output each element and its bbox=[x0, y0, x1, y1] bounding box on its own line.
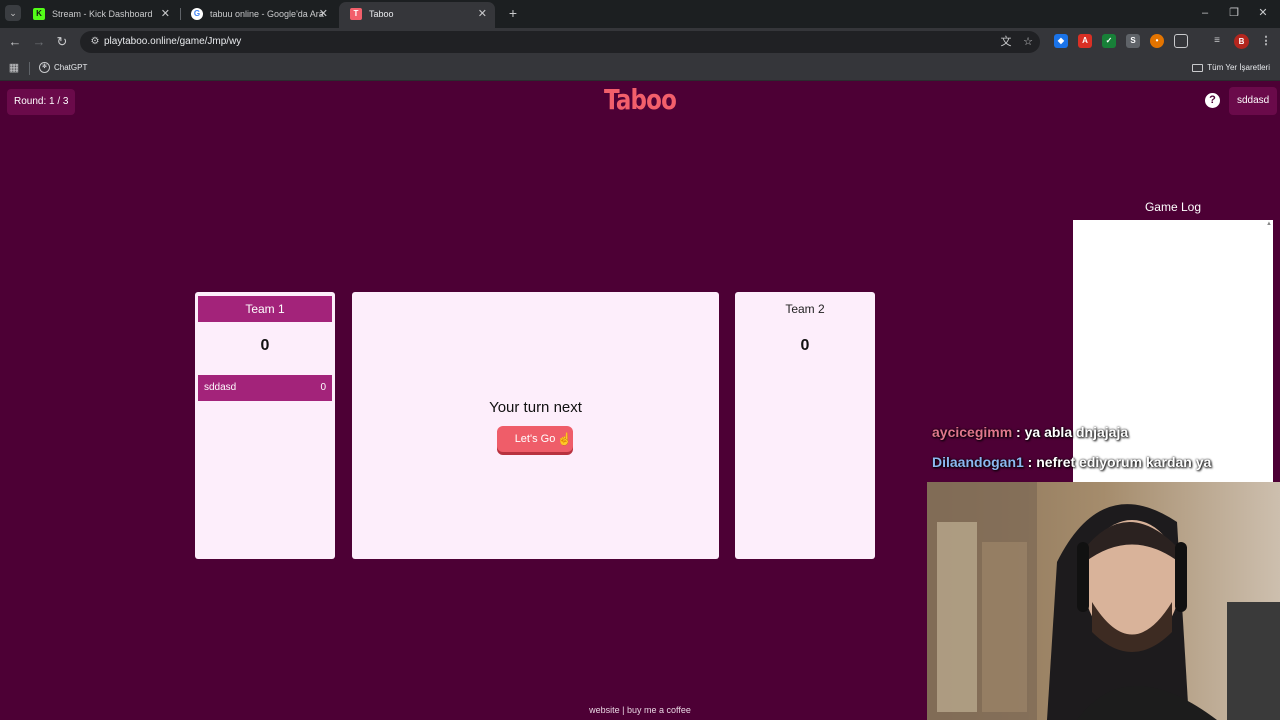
game-log-title: Game Log bbox=[1144, 200, 1202, 214]
google-favicon-icon: G bbox=[191, 8, 203, 20]
round-indicator: Round: 1 / 3 bbox=[7, 89, 76, 115]
extension-icon[interactable]: S bbox=[1126, 34, 1140, 48]
bookmarks-divider bbox=[29, 62, 30, 75]
chat-message-text: nefret ediyorum kardan ya bbox=[1036, 454, 1212, 470]
webcam-overlay bbox=[927, 482, 1280, 720]
translate-icon[interactable]: 文 bbox=[998, 34, 1014, 50]
scroll-up-icon[interactable]: ▲ bbox=[1266, 221, 1272, 227]
turn-message: Your turn next bbox=[489, 399, 582, 416]
website-link[interactable]: website bbox=[589, 705, 620, 715]
turn-panel: Your turn next Let's Go ☝ bbox=[352, 292, 719, 559]
extension-icon[interactable]: ◆ bbox=[1054, 34, 1068, 48]
team-1-header[interactable]: Team 1 bbox=[198, 296, 332, 322]
bookmark-label: ChatGPT bbox=[54, 63, 88, 72]
stream-chat-message: aycicegimm : ya abla dnjajaja bbox=[932, 424, 1128, 440]
game-log-panel[interactable]: ▲ bbox=[1073, 220, 1273, 482]
chat-message-text: ya abla dnjajaja bbox=[1024, 424, 1129, 440]
stream-chat-message: Dilaandogan1 : nefret ediyorum kardan ya bbox=[932, 454, 1211, 470]
tab-search-button[interactable]: ⌄ bbox=[5, 5, 21, 21]
profile-avatar[interactable]: B bbox=[1234, 34, 1249, 49]
chat-username: aycicegimm bbox=[932, 424, 1013, 440]
browser-toolbar: ← → ↻ ⚙ playtaboo.online/game/Jmp/wy 文 ☆… bbox=[0, 28, 1280, 56]
bookmarks-bar: ▦ ✻ ChatGPT Tüm Yer İşaretleri bbox=[0, 56, 1280, 81]
chat-username: Dilaandogan1 bbox=[932, 454, 1024, 470]
tab-title: Stream - Kick Dashboard bbox=[52, 9, 153, 19]
webcam-image bbox=[927, 482, 1280, 720]
new-tab-button[interactable]: + bbox=[505, 5, 521, 21]
close-tab-icon[interactable]: ✕ bbox=[319, 2, 328, 26]
address-bar[interactable]: ⚙ playtaboo.online/game/Jmp/wy 文 ☆ bbox=[80, 31, 1040, 53]
tab-kick-dashboard[interactable]: K Stream - Kick Dashboard ✕ bbox=[22, 2, 178, 28]
back-arrow-icon[interactable]: ← bbox=[6, 33, 24, 51]
chatgpt-icon: ✻ bbox=[39, 62, 50, 74]
all-bookmarks-folder[interactable]: Tüm Yer İşaretleri bbox=[1192, 56, 1270, 80]
extension-icon[interactable]: • bbox=[1150, 34, 1164, 48]
team-1-score: 0 bbox=[260, 337, 270, 354]
minimize-icon[interactable]: – bbox=[1195, 4, 1215, 22]
hand-cursor-icon: ☝ bbox=[557, 432, 572, 446]
tab-title: tabuu online - Google'da Ara bbox=[210, 9, 324, 19]
close-tab-icon[interactable]: ✕ bbox=[161, 2, 170, 26]
folder-label: Tüm Yer İşaretleri bbox=[1207, 63, 1270, 72]
taboo-favicon-icon: T bbox=[350, 8, 362, 20]
tab-strip: ⌄ K Stream - Kick Dashboard ✕ G tabuu on… bbox=[0, 0, 1280, 28]
team-2-score: 0 bbox=[800, 337, 810, 354]
apps-grid-icon[interactable]: ▦ bbox=[7, 61, 21, 75]
tab-title: Taboo bbox=[369, 9, 394, 19]
player-row: sddasd 0 bbox=[198, 375, 332, 401]
bookmark-star-icon[interactable]: ☆ bbox=[1020, 34, 1036, 50]
url-text: playtaboo.online/game/Jmp/wy bbox=[104, 36, 242, 47]
reload-icon[interactable]: ↻ bbox=[53, 33, 71, 51]
folder-icon bbox=[1192, 63, 1204, 72]
bookmark-chatgpt[interactable]: ✻ ChatGPT bbox=[39, 56, 87, 80]
tab-groups-icon[interactable]: ≡ bbox=[1210, 34, 1224, 48]
team-1-panel: Team 1 0 sddasd 0 bbox=[195, 292, 335, 559]
forward-arrow-icon[interactable]: → bbox=[30, 33, 48, 51]
browser-chrome: ⌄ K Stream - Kick Dashboard ✕ G tabuu on… bbox=[0, 0, 1280, 81]
pdf-extension-icon[interactable]: A bbox=[1078, 34, 1092, 48]
close-tab-icon[interactable]: ✕ bbox=[478, 2, 487, 26]
chat-separator: : bbox=[1023, 454, 1037, 470]
help-icon[interactable]: ? bbox=[1205, 93, 1220, 108]
site-info-icon[interactable]: ⚙ bbox=[87, 34, 103, 50]
footer-separator: | bbox=[619, 705, 627, 715]
buy-coffee-link[interactable]: buy me a coffee bbox=[627, 705, 691, 715]
chat-separator: : bbox=[1012, 424, 1025, 440]
tab-google-search[interactable]: G tabuu online - Google'da Ara ✕ bbox=[180, 2, 336, 28]
player-name: sddasd bbox=[204, 382, 237, 393]
menu-kebab-icon[interactable]: ⋮ bbox=[1259, 34, 1273, 48]
tab-taboo[interactable]: T Taboo ✕ bbox=[339, 2, 495, 28]
puzzle-extensions-icon[interactable] bbox=[1174, 34, 1188, 48]
team-2-header[interactable]: Team 2 bbox=[738, 296, 872, 322]
team-2-panel: Team 2 0 bbox=[735, 292, 875, 559]
taboo-logo: Taboo bbox=[603, 83, 677, 116]
player-score: 0 bbox=[320, 382, 326, 393]
username-badge[interactable]: sddasd bbox=[1229, 87, 1278, 115]
close-window-icon[interactable]: ✕ bbox=[1253, 4, 1273, 22]
kick-favicon-icon: K bbox=[33, 8, 45, 20]
restore-icon[interactable]: ❐ bbox=[1224, 4, 1244, 22]
shield-extension-icon[interactable]: ✓ bbox=[1102, 34, 1116, 48]
